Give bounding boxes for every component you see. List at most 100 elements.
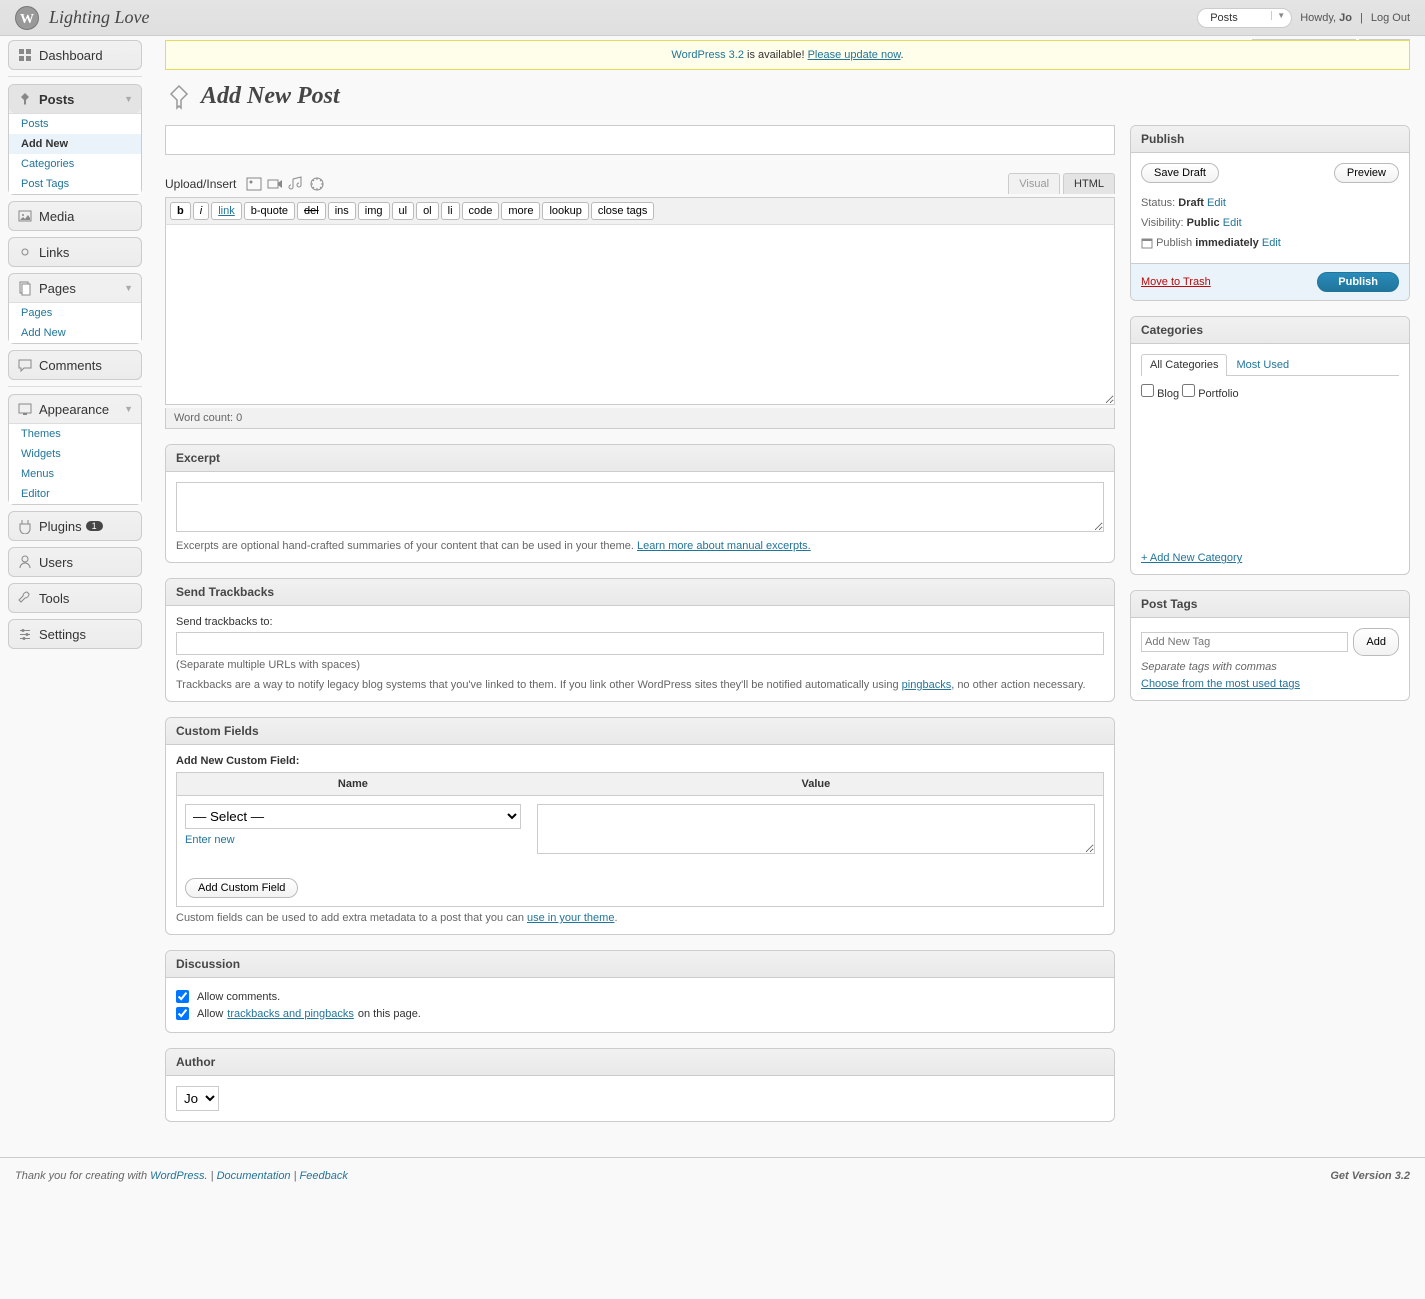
qt-code[interactable]: code (462, 202, 500, 220)
allow-comments-checkbox[interactable]: Allow comments. (176, 988, 1104, 1005)
excerpt-header[interactable]: Excerpt (166, 445, 1114, 472)
add-tag-input[interactable] (1141, 632, 1348, 652)
save-draft-button[interactable]: Save Draft (1141, 163, 1219, 183)
sidebar-editor[interactable]: Editor (9, 484, 141, 504)
discussion-header[interactable]: Discussion (166, 951, 1114, 978)
add-image-icon[interactable] (246, 176, 262, 192)
logout-link[interactable]: Log Out (1371, 12, 1410, 24)
tag-help-text: Separate tags with commas (1141, 661, 1399, 673)
site-title[interactable]: Lighting Love (49, 7, 1197, 28)
sidebar-pages-addnew[interactable]: Add New (9, 323, 141, 343)
html-tab[interactable]: HTML (1063, 173, 1115, 194)
sidebar-pages[interactable]: Pages ▼ (9, 274, 141, 302)
qt-ul[interactable]: ul (392, 202, 415, 220)
add-custom-field-button[interactable]: Add Custom Field (185, 878, 298, 898)
add-category-link[interactable]: + Add New Category (1141, 552, 1399, 564)
add-video-icon[interactable] (267, 176, 283, 192)
sidebar-themes[interactable]: Themes (9, 424, 141, 444)
plugin-update-badge: 1 (86, 521, 103, 531)
edit-visibility-link[interactable]: Edit (1223, 217, 1242, 229)
appearance-icon (17, 401, 33, 417)
plugins-icon (17, 518, 33, 534)
cf-help-link[interactable]: use in your theme (527, 912, 614, 924)
sidebar-links[interactable]: Links (9, 238, 141, 266)
qt-ol[interactable]: ol (416, 202, 439, 220)
sidebar-posts-tags[interactable]: Post Tags (9, 174, 141, 194)
qt-italic[interactable]: i (193, 202, 209, 220)
trackbacks-header[interactable]: Send Trackbacks (166, 579, 1114, 606)
add-tag-button[interactable]: Add (1353, 628, 1399, 656)
qt-del[interactable]: del (297, 202, 326, 220)
trackback-input[interactable] (176, 632, 1104, 655)
sidebar-users[interactable]: Users (9, 548, 141, 576)
cat-tab-all[interactable]: All Categories (1141, 354, 1227, 376)
edit-status-link[interactable]: Edit (1207, 197, 1226, 209)
excerpt-textarea[interactable] (176, 482, 1104, 532)
documentation-link[interactable]: Documentation (217, 1170, 291, 1182)
qt-img[interactable]: img (358, 202, 390, 220)
cf-enter-new[interactable]: Enter new (185, 834, 521, 846)
howdy-text: Howdy, Jo (1300, 12, 1352, 24)
sidebar-comments[interactable]: Comments (9, 351, 141, 379)
qt-bquote[interactable]: b-quote (244, 202, 295, 220)
sidebar-widgets[interactable]: Widgets (9, 444, 141, 464)
sidebar-pages-all[interactable]: Pages (9, 303, 141, 323)
qt-link[interactable]: link (211, 202, 242, 220)
quick-nav-select[interactable]: Posts (1197, 8, 1292, 28)
content-editor[interactable] (165, 225, 1115, 405)
preview-button[interactable]: Preview (1334, 163, 1399, 183)
custom-fields-header[interactable]: Custom Fields (166, 718, 1114, 745)
edit-date-link[interactable]: Edit (1262, 237, 1281, 249)
allow-trackbacks-checkbox[interactable]: Allow trackbacks and pingbacks on this p… (176, 1005, 1104, 1022)
chevron-down-icon: ▼ (124, 94, 133, 104)
cat-tab-most[interactable]: Most Used (1227, 354, 1298, 375)
sidebar-posts-all[interactable]: Posts (9, 114, 141, 134)
post-title-input[interactable] (165, 125, 1115, 155)
excerpt-help-link[interactable]: Learn more about manual excerpts. (637, 540, 811, 552)
sidebar-settings[interactable]: Settings (9, 620, 141, 648)
pingbacks-link[interactable]: pingbacks (902, 679, 952, 691)
publish-header[interactable]: Publish (1131, 126, 1409, 153)
feedback-link[interactable]: Feedback (300, 1170, 348, 1182)
wordpress-logo-icon[interactable]: W (15, 6, 39, 30)
qt-li[interactable]: li (441, 202, 460, 220)
sidebar-tools[interactable]: Tools (9, 584, 141, 612)
choose-tags-link[interactable]: Choose from the most used tags (1141, 678, 1300, 690)
wp-version-link[interactable]: WordPress 3.2 (671, 49, 744, 61)
sidebar-appearance[interactable]: Appearance ▼ (9, 395, 141, 423)
sidebar-dashboard[interactable]: Dashboard (9, 41, 141, 69)
author-header[interactable]: Author (166, 1049, 1114, 1076)
cf-value-textarea[interactable] (537, 804, 1095, 854)
update-nag: WordPress 3.2 is available! Please updat… (165, 40, 1410, 70)
upload-insert-label: Upload/Insert (165, 177, 236, 191)
qt-ins[interactable]: ins (328, 202, 356, 220)
qt-bold[interactable]: b (170, 202, 191, 220)
update-now-link[interactable]: Please update now (808, 49, 901, 61)
sidebar-menus[interactable]: Menus (9, 464, 141, 484)
visual-tab[interactable]: Visual (1008, 173, 1060, 194)
add-media-icon[interactable] (309, 176, 325, 192)
cf-name-select[interactable]: — Select — (185, 804, 521, 829)
sidebar-posts[interactable]: Posts ▼ (9, 85, 141, 113)
media-icon (17, 208, 33, 224)
category-blog[interactable]: Blog (1141, 386, 1179, 402)
calendar-icon (1141, 237, 1153, 249)
qt-more[interactable]: more (501, 202, 540, 220)
pages-icon (17, 280, 33, 296)
sidebar-posts-addnew[interactable]: Add New (9, 134, 141, 154)
sidebar-posts-categories[interactable]: Categories (9, 154, 141, 174)
tags-header[interactable]: Post Tags (1131, 591, 1409, 618)
publish-button[interactable]: Publish (1317, 272, 1399, 292)
add-audio-icon[interactable] (288, 176, 304, 192)
move-to-trash-link[interactable]: Move to Trash (1141, 276, 1211, 288)
cf-name-col: Name (177, 773, 529, 796)
qt-lookup[interactable]: lookup (542, 202, 588, 220)
get-version-link[interactable]: Get Version 3.2 (1330, 1170, 1410, 1182)
category-portfolio[interactable]: Portfolio (1182, 386, 1238, 402)
wordpress-link[interactable]: WordPress (150, 1170, 204, 1182)
sidebar-media[interactable]: Media (9, 202, 141, 230)
qt-closetags[interactable]: close tags (591, 202, 655, 220)
sidebar-plugins[interactable]: Plugins 1 (9, 512, 141, 540)
author-select[interactable]: Jo (176, 1086, 219, 1111)
categories-header[interactable]: Categories (1131, 317, 1409, 344)
